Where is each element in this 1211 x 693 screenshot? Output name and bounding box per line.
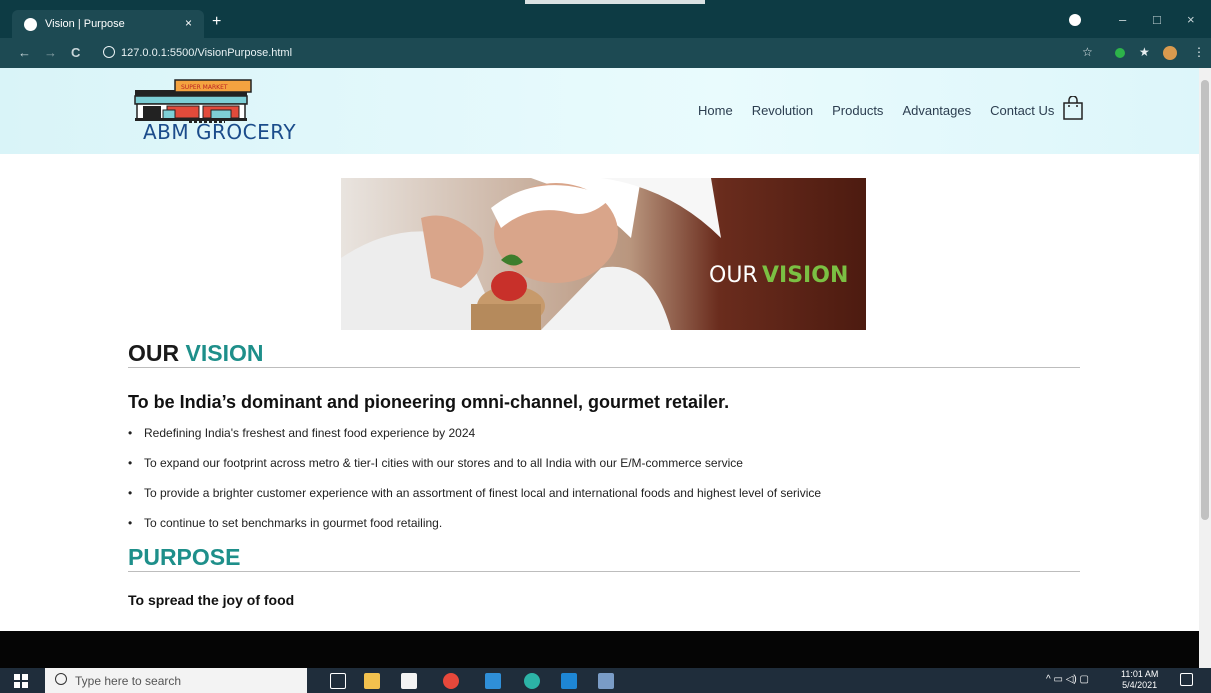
minimize-button[interactable]: – — [1119, 12, 1126, 27]
window-drag-highlight — [525, 0, 705, 4]
list-item: To continue to set benchmarks in gourmet… — [128, 516, 1078, 546]
url-text: 127.0.0.1:5500/VisionPurpose.html — [121, 47, 293, 59]
vision-tagline: To be India’s dominant and pioneering om… — [128, 392, 730, 412]
vision-heading: OUR VISION — [128, 340, 263, 367]
mail-icon[interactable] — [485, 673, 501, 689]
browser-address-bar: ← → C 127.0.0.1:5500/VisionPurpose.html … — [0, 38, 1211, 68]
list-item: Redefining India's freshest and finest f… — [128, 426, 1078, 456]
menu-kebab-icon[interactable]: ⋮ — [1193, 45, 1205, 59]
search-icon — [55, 673, 67, 685]
section-divider — [128, 571, 1080, 572]
page-scrollbar[interactable] — [1199, 68, 1211, 668]
notepad-icon[interactable] — [598, 673, 614, 689]
site-header: SUPER MARKET ABM GROCERY Home Revolution… — [0, 68, 1199, 154]
edge-icon[interactable] — [524, 673, 540, 689]
tab-close-button[interactable]: × — [185, 16, 192, 30]
web-page: SUPER MARKET ABM GROCERY Home Revolution… — [0, 68, 1199, 668]
forward-button[interactable]: → — [44, 45, 57, 60]
extension-shield-icon[interactable] — [1115, 48, 1125, 58]
maximize-button[interactable]: □ — [1153, 12, 1161, 27]
section-divider — [128, 367, 1080, 368]
page-footer — [0, 631, 1199, 668]
browser-tab[interactable]: Vision | Purpose × — [12, 10, 204, 38]
extensions-puzzle-icon[interactable]: ★ — [1139, 45, 1150, 59]
url-field[interactable]: 127.0.0.1:5500/VisionPurpose.html — [103, 46, 292, 59]
vision-points-list: Redefining India's freshest and finest f… — [128, 426, 1078, 546]
vision-heading-accent: VISION — [185, 340, 264, 366]
nav-item-contact-us[interactable]: Contact Us — [990, 103, 1054, 118]
avatar[interactable] — [1163, 46, 1177, 60]
vision-heading-our: OUR — [128, 340, 186, 366]
purpose-text: To spread the joy of food — [128, 592, 295, 608]
nav-item-products[interactable]: Products — [832, 103, 883, 118]
vision-hero-banner: OUR VISION — [341, 178, 866, 330]
windows-taskbar: Type here to search ^ ▭ ◁) ▢ 11:01 AM 5/… — [0, 668, 1211, 693]
clock-time: 11:01 AM — [1121, 669, 1159, 679]
globe-icon — [24, 17, 37, 31]
profile-icon[interactable] — [1069, 14, 1081, 26]
windows-start-icon[interactable] — [14, 674, 28, 688]
file-explorer-icon[interactable] — [364, 673, 380, 689]
tab-title: Vision | Purpose — [45, 18, 125, 30]
hero-our-text: OUR — [709, 263, 758, 288]
vscode-icon[interactable] — [561, 673, 577, 689]
logo-text: ABM GROCERY — [143, 120, 297, 144]
shopping-bag-icon[interactable] — [1063, 96, 1083, 120]
chrome-icon[interactable] — [443, 673, 459, 689]
scrollbar-thumb[interactable] — [1201, 80, 1209, 520]
notification-icon[interactable] — [1180, 673, 1193, 686]
back-button[interactable]: ← — [18, 45, 31, 60]
reload-button[interactable]: C — [71, 45, 80, 60]
list-item: To provide a brighter customer experienc… — [128, 486, 1078, 516]
list-item: To expand our footprint across metro & t… — [128, 456, 1078, 486]
close-window-button[interactable]: × — [1187, 12, 1195, 27]
info-icon[interactable] — [103, 46, 115, 58]
taskbar-search-input[interactable]: Type here to search — [45, 668, 307, 693]
nav-item-revolution[interactable]: Revolution — [752, 103, 813, 118]
main-nav: Home Revolution Products Advantages Cont… — [698, 103, 1054, 118]
nav-item-advantages[interactable]: Advantages — [902, 103, 971, 118]
system-tray-icons[interactable]: ^ ▭ ◁) ▢ — [1046, 674, 1089, 685]
purpose-heading: PURPOSE — [128, 544, 241, 570]
new-tab-button[interactable]: + — [212, 14, 221, 30]
task-view-icon[interactable] — [330, 673, 346, 689]
star-icon[interactable]: ☆ — [1082, 45, 1093, 59]
taskbar-clock[interactable]: 11:01 AM 5/4/2021 — [1121, 669, 1158, 691]
browser-tab-bar: Vision | Purpose × + – □ × — [0, 0, 1211, 38]
nav-item-home[interactable]: Home — [698, 103, 733, 118]
logo-sign-text: SUPER MARKET — [181, 84, 228, 91]
taskbar-search-placeholder: Type here to search — [75, 673, 182, 688]
store-icon[interactable] — [401, 673, 417, 689]
clock-date: 5/4/2021 — [1122, 680, 1158, 690]
hero-vision-text: VISION — [762, 263, 848, 288]
